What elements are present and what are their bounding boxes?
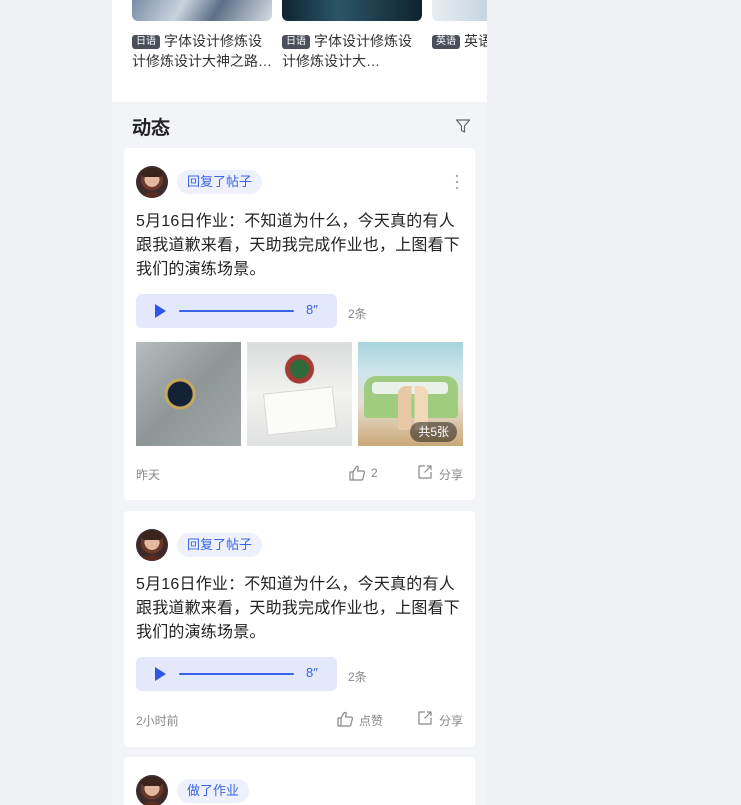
reply-count[interactable]: 2条 bbox=[348, 305, 367, 322]
course-title-block: 日语 字体设计修炼设计修炼设计大… bbox=[282, 31, 422, 71]
audio-player[interactable]: 8″ bbox=[136, 657, 337, 691]
avatar[interactable] bbox=[136, 529, 168, 561]
share-label: 分享 bbox=[439, 714, 464, 728]
audio-duration: 8″ bbox=[306, 665, 318, 680]
audio-duration: 8″ bbox=[306, 302, 318, 317]
thumbs-up-icon bbox=[337, 711, 353, 727]
like-button[interactable]: 2 bbox=[348, 464, 378, 484]
language-tag: 日语 bbox=[132, 35, 160, 49]
thumbs-up-icon bbox=[349, 465, 365, 481]
photo-count-badge: 共5张 bbox=[410, 422, 457, 442]
audio-progress[interactable] bbox=[179, 673, 294, 675]
app-screen: 日语 字体设计修炼设计修炼设计大神之路… 日语 字体设计修炼设计修炼设计大… 英语英… bbox=[112, 0, 487, 805]
like-label: 点赞 bbox=[359, 714, 384, 728]
avatar[interactable] bbox=[136, 775, 168, 805]
course-card[interactable]: 日语 字体设计修炼设计修炼设计大… bbox=[282, 0, 422, 71]
audio-progress[interactable] bbox=[179, 310, 294, 312]
post-footer: 2小时前 点赞 分享 bbox=[136, 710, 463, 730]
like-button[interactable]: 点赞 bbox=[336, 710, 384, 730]
post-time: 昨天 bbox=[136, 468, 161, 482]
post-card[interactable]: 做了作业 bbox=[124, 757, 475, 805]
course-title-block: 英语 英语 bbox=[432, 31, 487, 71]
feed-title: 动态 bbox=[132, 118, 171, 139]
share-label: 分享 bbox=[439, 468, 464, 482]
share-icon bbox=[418, 465, 432, 479]
feed-header: 动态 bbox=[112, 102, 487, 148]
post-action-chip: 回复了帖子 bbox=[177, 170, 263, 194]
post-card[interactable]: 回复了帖子 5月16日作业：不知道为什么，今天真的有人跟我道歉来看，天助我完成作… bbox=[124, 511, 475, 747]
post-text: 5月16日作业：不知道为什么，今天真的有人跟我道歉来看，天助我完成作业也，上图看… bbox=[136, 576, 461, 641]
audio-player[interactable]: 8″ bbox=[136, 294, 337, 328]
post-photo[interactable] bbox=[247, 342, 352, 446]
play-icon[interactable] bbox=[155, 304, 166, 318]
post-card[interactable]: 回复了帖子 5月16日作业：不知道为什么，今天真的有人跟我道歉来看，天助我完成作… bbox=[124, 148, 475, 500]
course-card[interactable]: 日语 字体设计修炼设计修炼设计大神之路… bbox=[132, 0, 272, 71]
language-tag: 日语 bbox=[282, 35, 310, 49]
like-count: 2 bbox=[371, 466, 378, 480]
language-tag: 英语 bbox=[432, 35, 460, 49]
course-thumbnail bbox=[432, 0, 487, 21]
post-photo[interactable] bbox=[136, 342, 241, 446]
post-photo[interactable]: 共5张 bbox=[358, 342, 463, 446]
course-strip[interactable]: 日语 字体设计修炼设计修炼设计大神之路… 日语 字体设计修炼设计修炼设计大… 英语英… bbox=[112, 0, 487, 102]
course-card[interactable]: 英语 英语 bbox=[432, 0, 487, 71]
photo-grid: 共5张 bbox=[136, 342, 463, 446]
more-icon[interactable] bbox=[455, 174, 459, 190]
filter-icon[interactable] bbox=[455, 118, 471, 134]
post-time: 2小时前 bbox=[136, 714, 179, 728]
avatar[interactable] bbox=[136, 166, 168, 198]
post-action-chip: 做了作业 bbox=[177, 779, 250, 803]
course-thumbnail bbox=[132, 0, 272, 21]
post-text: 5月16日作业：不知道为什么，今天真的有人跟我道歉来看，天助我完成作业也，上图看… bbox=[136, 213, 461, 278]
course-title: 英语 bbox=[464, 33, 487, 49]
share-button[interactable]: 分享 bbox=[417, 710, 463, 730]
course-thumbnail bbox=[282, 0, 422, 21]
course-title-block: 日语 字体设计修炼设计修炼设计大神之路… bbox=[132, 31, 272, 71]
share-button[interactable]: 分享 bbox=[417, 464, 463, 484]
play-icon[interactable] bbox=[155, 667, 166, 681]
share-icon bbox=[418, 711, 432, 725]
post-action-chip: 回复了帖子 bbox=[177, 533, 263, 557]
post-footer: 昨天 2 分享 bbox=[136, 464, 463, 484]
reply-count[interactable]: 2条 bbox=[348, 668, 367, 685]
